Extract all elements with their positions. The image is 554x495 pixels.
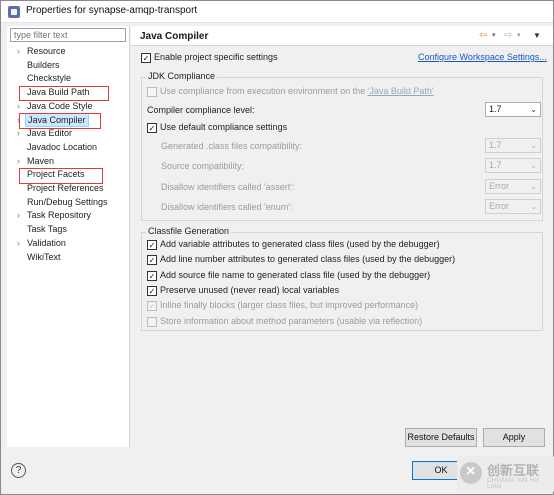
tree-item-label: Task Tags: [27, 224, 67, 235]
use-compliance-label: Use compliance from execution environmen…: [160, 86, 434, 97]
watermark-subtext: CHUANG XIN HU LIAN: [487, 478, 539, 490]
source-compat-value: 1.7: [489, 160, 502, 170]
use-default-label: Use default compliance settings: [160, 122, 288, 132]
tree-item-builders[interactable]: Builders: [7, 59, 127, 72]
disallow-enum-select[interactable]: Error ⌄: [485, 199, 541, 214]
tree-item-label: Java Editor: [27, 128, 73, 139]
expand-arrow-icon[interactable]: ›: [17, 45, 20, 58]
chevron-down-icon: ⌄: [530, 202, 537, 211]
chevron-down-icon: ⌄: [530, 141, 537, 150]
window-title: Properties for synapse-amqp-transport: [26, 5, 198, 16]
enable-specific-label: Enable project specific settings: [154, 52, 278, 62]
tree-item-resource[interactable]: › Resource: [7, 45, 127, 58]
title-bar: Properties for synapse-amqp-transport: [1, 1, 553, 23]
highlight-java-build-path: [19, 86, 109, 101]
highlight-java-compiler: [19, 113, 101, 129]
tree-item-java-editor[interactable]: › Java Editor: [7, 127, 127, 140]
filter-input[interactable]: [10, 28, 126, 42]
tree-item-validation[interactable]: › Validation: [7, 237, 127, 250]
chevron-down-icon: ⌄: [530, 182, 537, 191]
back-dropdown-icon[interactable]: ▾: [492, 30, 496, 42]
tree-item-label: Checkstyle: [27, 73, 72, 84]
properties-dialog: Properties for synapse-amqp-transport › R…: [0, 0, 554, 495]
generated-compat-select[interactable]: 1.7 ⌄: [485, 138, 541, 153]
tree-item-wikitext[interactable]: WikiText: [7, 251, 127, 264]
chevron-down-icon: ⌄: [530, 161, 537, 170]
disallow-assert-select[interactable]: Error ⌄: [485, 179, 541, 194]
java-build-path-link[interactable]: 'Java Build Path': [368, 86, 434, 96]
classfile-option-label: Inline finally blocks (larger class file…: [160, 300, 419, 311]
forward-dropdown-icon[interactable]: ▾: [517, 30, 521, 42]
classfile-option-label: Add source file name to generated class …: [160, 269, 431, 280]
classfile-option-label: Store information about method parameter…: [160, 315, 423, 326]
source-compat-label: Source compatibility:: [161, 161, 245, 171]
expand-arrow-icon[interactable]: ›: [17, 237, 20, 250]
expand-arrow-icon[interactable]: ›: [17, 155, 20, 168]
tree-item-run-debug-settings[interactable]: Run/Debug Settings: [7, 196, 127, 209]
configure-workspace-link[interactable]: Configure Workspace Settings...: [418, 52, 547, 63]
restore-defaults-button[interactable]: Restore Defaults: [405, 428, 477, 447]
tree-item-task-repository[interactable]: › Task Repository: [7, 209, 127, 222]
compliance-level-select[interactable]: 1.7 ⌄: [485, 102, 541, 117]
apply-button[interactable]: Apply: [483, 428, 545, 447]
help-icon[interactable]: ?: [11, 463, 26, 478]
classfile-option-label: Add line number attributes to generated …: [160, 254, 456, 265]
page-title: Java Compiler: [140, 31, 209, 42]
tree-item-label: Builders: [27, 59, 60, 70]
tree-item-checkstyle[interactable]: Checkstyle: [7, 72, 127, 85]
tree-item-maven[interactable]: › Maven: [7, 155, 127, 168]
disallow-enum-label: Disallow identifiers called 'enum':: [161, 202, 293, 212]
tree-item-label: Javadoc Location: [27, 141, 98, 152]
tree-item-label: Resource: [27, 46, 66, 56]
expand-arrow-icon[interactable]: ›: [17, 127, 20, 140]
classfile-option-checkbox[interactable]: ✓: [147, 285, 157, 296]
use-compliance-text: Use compliance from execution environmen…: [160, 86, 368, 96]
use-default-checkbox[interactable]: ✓: [147, 123, 157, 133]
tree-item-label: Maven: [27, 155, 55, 166]
settings-page: Java Compiler ⇦ ▾ ⇨ ▾ ▼ ✓ Enable project…: [131, 26, 553, 447]
category-tree-panel: ›ResourceBuildersCheckstyleJava Build Pa…: [7, 26, 130, 447]
tree-item-javadoc-location[interactable]: Javadoc Location: [7, 141, 127, 154]
tree-item-label: Task Repository: [27, 210, 92, 221]
disallow-enum-value: Error: [489, 201, 509, 211]
use-compliance-checkbox[interactable]: [147, 87, 157, 97]
compliance-level-label: Compiler compliance level:: [147, 105, 255, 115]
watermark-logo-icon: [460, 462, 482, 484]
enable-specific-checkbox[interactable]: ✓: [141, 53, 151, 63]
tree-item-task-tags[interactable]: Task Tags: [7, 223, 127, 236]
chevron-down-icon: ⌄: [530, 105, 537, 114]
classfile-option-checkbox[interactable]: ✓: [147, 240, 157, 250]
watermark-logo: 创新互联 CHUANG XIN HU LIAN: [457, 456, 554, 492]
view-menu-icon[interactable]: ▼: [533, 30, 541, 42]
tree-item-label: Java Code Style: [27, 100, 93, 111]
generated-compat-value: 1.7: [489, 140, 502, 150]
classfile-option-checkbox[interactable]: ✓: [147, 270, 157, 281]
classfile-option-label: Preserve unused (never read) local varia…: [160, 284, 340, 295]
highlight-project-facets: [19, 168, 103, 184]
watermark-text: 创新互联: [487, 463, 540, 478]
tree-item-java-code-style[interactable]: › Java Code Style: [7, 100, 127, 113]
compliance-level-value: 1.7: [489, 104, 502, 114]
page-header: Java Compiler ⇦ ▾ ⇨ ▾ ▼: [131, 26, 553, 46]
jdk-compliance-title: JDK Compliance: [146, 71, 218, 82]
expand-arrow-icon[interactable]: ›: [17, 100, 20, 113]
disallow-assert-value: Error: [489, 181, 509, 191]
classfile-generation-title: Classfile Generation: [146, 226, 232, 237]
app-icon: [8, 6, 20, 18]
classfile-option-label: Add variable attributes to generated cla…: [160, 239, 440, 249]
tree-item-label: Run/Debug Settings: [27, 196, 108, 207]
classfile-option-checkbox[interactable]: [147, 316, 157, 327]
expand-arrow-icon[interactable]: ›: [17, 209, 20, 222]
classfile-option-checkbox[interactable]: ✓: [147, 301, 157, 312]
forward-icon[interactable]: ⇨: [504, 30, 512, 42]
tree-item-label: WikiText: [27, 251, 61, 262]
tree-item-label: Validation: [27, 237, 66, 248]
generated-compat-label: Generated .class files compatibility:: [161, 141, 303, 151]
back-icon[interactable]: ⇦: [479, 30, 487, 42]
disallow-assert-label: Disallow identifiers called 'assert':: [161, 182, 295, 192]
source-compat-select[interactable]: 1.7 ⌄: [485, 158, 541, 173]
classfile-option-checkbox[interactable]: ✓: [147, 255, 157, 266]
